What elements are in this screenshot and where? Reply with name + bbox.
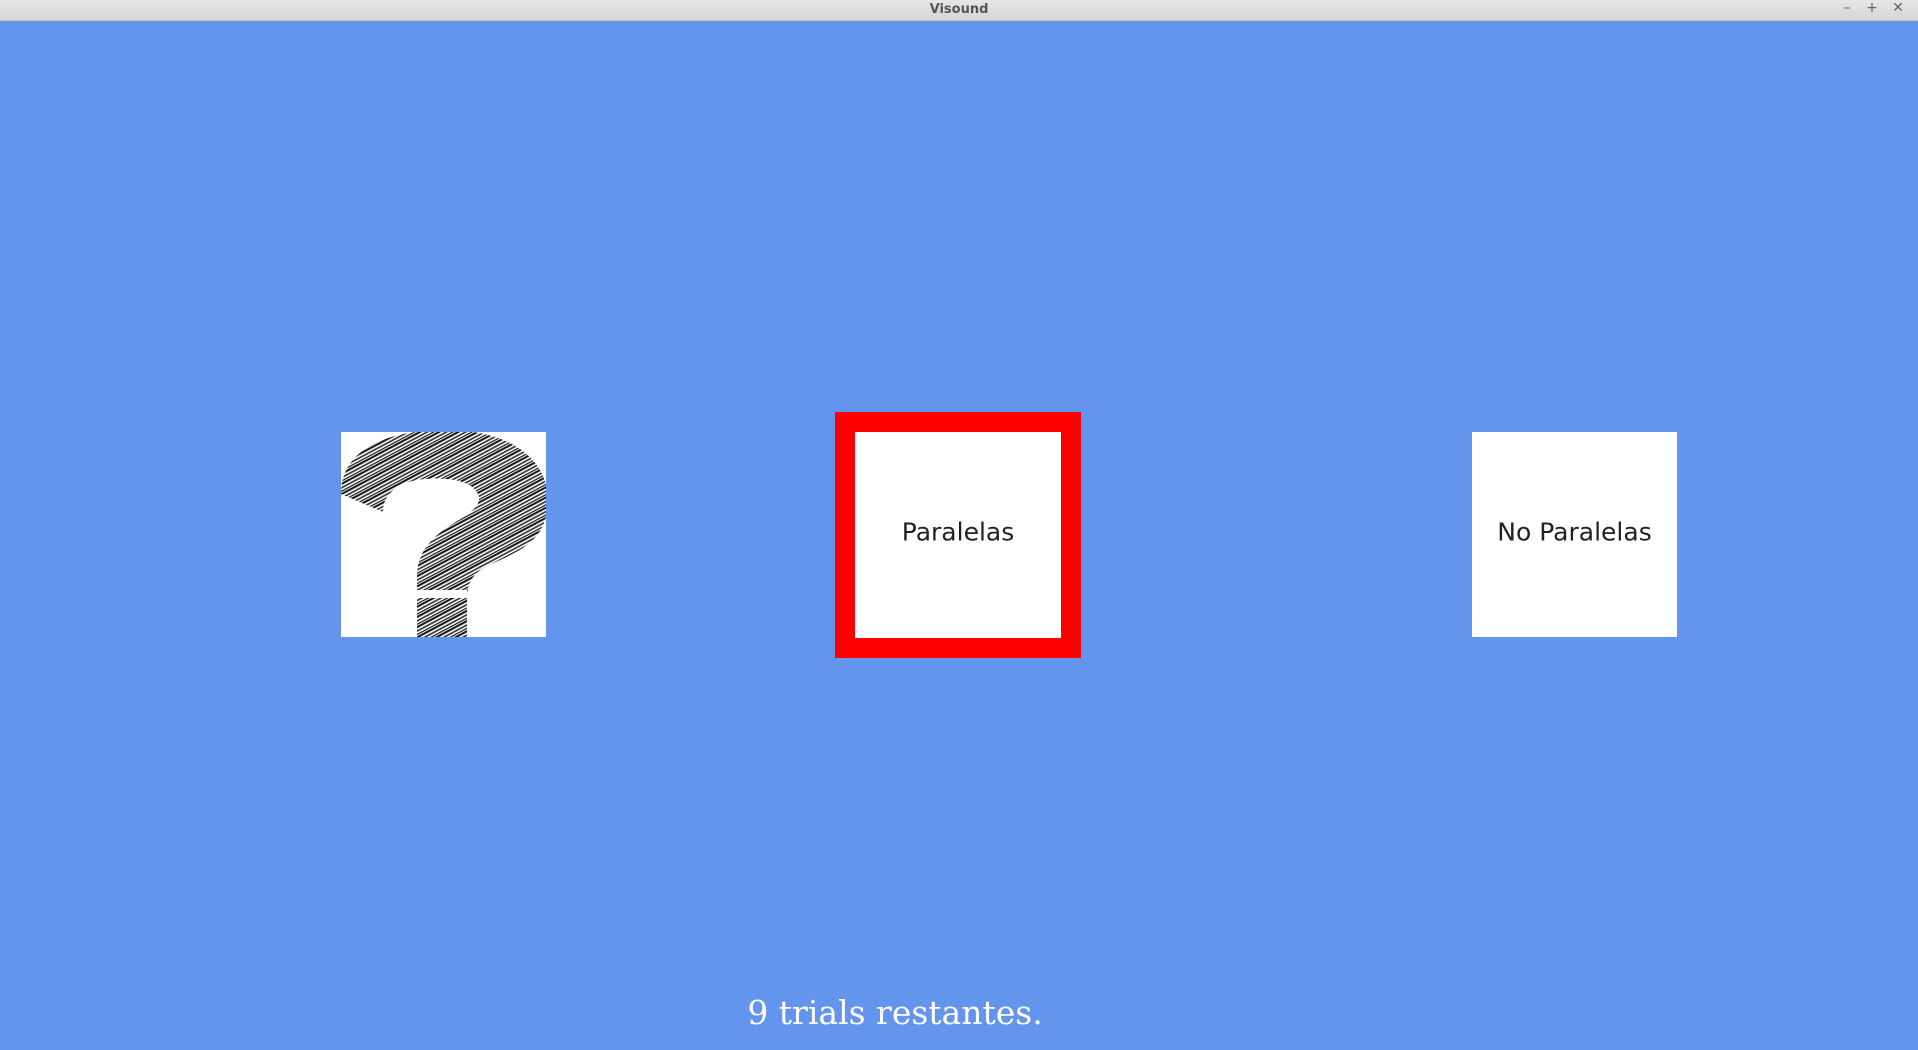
close-button[interactable]: ✕ [1887, 0, 1909, 19]
stimulus-tile [341, 432, 546, 637]
maximize-button[interactable]: + [1861, 0, 1883, 19]
trials-remaining-text: 9 trials restantes. [747, 993, 1043, 1032]
window-titlebar[interactable]: Visound – + ✕ [0, 0, 1918, 21]
experiment-canvas: Paralelas No Paralelas 9 trials restante… [0, 21, 1918, 1050]
question-mark-icon [341, 432, 546, 637]
choice-no-paralelas-button[interactable]: No Paralelas [1472, 432, 1677, 637]
minimize-button[interactable]: – [1836, 0, 1858, 19]
choice-paralelas-label: Paralelas [901, 517, 1015, 547]
choice-no-paralelas-label: No Paralelas [1497, 517, 1652, 547]
window-title: Visound [929, 2, 989, 17]
choice-paralelas-button[interactable]: Paralelas [835, 412, 1081, 658]
